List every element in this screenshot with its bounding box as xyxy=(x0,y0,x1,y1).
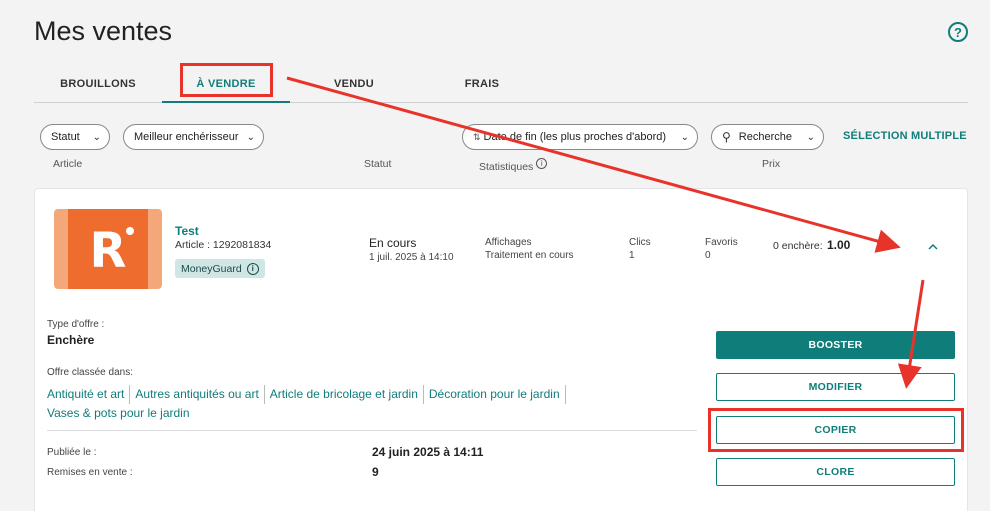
tab-a-vendre[interactable]: À VENDRE xyxy=(162,66,290,103)
views-label: Affichages xyxy=(485,237,532,248)
listing-article-number: Article : 1292081834 xyxy=(175,239,272,251)
search-icon: ⚲ xyxy=(722,130,731,144)
tab-vendu[interactable]: VENDU xyxy=(290,66,418,102)
clicks-value: 1 xyxy=(629,250,635,261)
relist-label: Remises en vente : xyxy=(47,467,133,478)
column-header-statistiques: Statistiques i xyxy=(479,158,548,173)
views-value: Traitement en cours xyxy=(485,250,574,261)
listing-thumbnail[interactable]: R xyxy=(54,209,162,289)
categories-label: Offre classée dans: xyxy=(47,367,133,378)
thumbnail-letter: R xyxy=(89,223,127,279)
moneyguard-badge: MoneyGuard i xyxy=(175,259,265,278)
sort-select-label: Date de fin (les plus proches d'abord) xyxy=(483,131,667,143)
info-icon[interactable]: i xyxy=(536,158,548,169)
search-dropdown[interactable]: ⚲ Recherche ⌄ xyxy=(711,124,824,150)
page-title: Mes ventes xyxy=(34,16,173,46)
best-bidder-filter-label: Meilleur enchérisseur xyxy=(134,131,239,143)
listing-title-link[interactable]: Test xyxy=(175,224,199,238)
modifier-button[interactable]: MODIFIER xyxy=(716,373,955,401)
copier-button[interactable]: COPIER xyxy=(716,416,955,444)
chevron-up-icon[interactable] xyxy=(927,241,939,253)
column-header-article: Article xyxy=(53,158,83,170)
category-link[interactable]: Autres antiquités ou art xyxy=(130,385,265,404)
favorites-value: 0 xyxy=(705,250,711,261)
current-price: 1.00 xyxy=(827,238,851,252)
multi-select-button[interactable]: SÉLECTION MULTIPLE xyxy=(843,130,967,142)
chevron-down-icon: ⌄ xyxy=(806,131,815,143)
column-header-prix: Prix xyxy=(762,158,781,170)
clicks-label: Clics xyxy=(629,237,651,248)
offer-type-label: Type d'offre : xyxy=(47,319,105,330)
listing-card: R Test Article : 1292081834 MoneyGuard i… xyxy=(34,188,968,511)
listing-status: En cours xyxy=(369,236,417,250)
offer-type-value: Enchère xyxy=(47,333,95,347)
listing-status-date: 1 juil. 2025 à 14:10 xyxy=(369,252,454,263)
divider xyxy=(47,430,697,431)
categories-list: Antiquité et art Autres antiquités ou art… xyxy=(47,385,667,423)
thumbnail-dot xyxy=(126,227,134,235)
best-bidder-filter[interactable]: Meilleur enchérisseur ⌄ xyxy=(123,124,264,150)
clore-button[interactable]: CLORE xyxy=(716,458,955,486)
category-link[interactable]: Vases & pots pour le jardin xyxy=(47,404,195,423)
chevron-down-icon: ⌄ xyxy=(246,131,255,143)
help-icon[interactable]: ? xyxy=(948,22,968,42)
tab-frais[interactable]: FRAIS xyxy=(418,66,546,102)
category-link[interactable]: Article de bricolage et jardin xyxy=(265,385,424,404)
bid-count: 0 enchère: xyxy=(773,240,823,252)
sort-icon: ⇅ xyxy=(473,131,481,142)
relist-value: 9 xyxy=(372,465,379,479)
search-dropdown-label: Recherche xyxy=(738,131,792,143)
chevron-down-icon: ⌄ xyxy=(680,131,689,143)
chevron-down-icon: ⌄ xyxy=(92,131,101,143)
category-link[interactable]: Antiquité et art xyxy=(47,385,131,404)
column-header-statistiques-label: Statistiques xyxy=(479,161,534,173)
moneyguard-badge-label: MoneyGuard xyxy=(181,262,242,275)
booster-button[interactable]: BOOSTER xyxy=(716,331,955,359)
column-header-statut: Statut xyxy=(364,158,392,170)
info-icon[interactable]: i xyxy=(246,262,259,275)
status-filter[interactable]: Statut ⌄ xyxy=(40,124,110,150)
status-filter-label: Statut xyxy=(51,131,80,143)
published-label: Publiée le : xyxy=(47,447,97,458)
tab-bar: BROUILLONS À VENDRE VENDU FRAIS xyxy=(34,66,968,103)
category-link[interactable]: Décoration pour le jardin xyxy=(424,385,566,404)
tab-brouillons[interactable]: BROUILLONS xyxy=(34,66,162,102)
published-value: 24 juin 2025 à 14:11 xyxy=(372,445,484,459)
thumbnail-logo: R xyxy=(68,209,148,289)
sort-select[interactable]: ⇅ Date de fin (les plus proches d'abord)… xyxy=(462,124,698,150)
favorites-label: Favoris xyxy=(705,237,738,248)
